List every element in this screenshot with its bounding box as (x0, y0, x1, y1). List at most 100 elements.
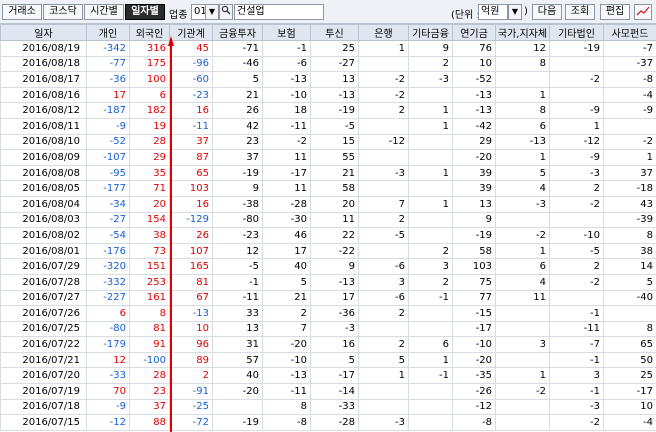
table-row[interactable]: 2016/07/25 -80 81 10 13 7 -3 -17 -11 8 (0, 320, 656, 338)
column-header[interactable]: 개인 (86, 24, 130, 41)
value-cell: 39 (452, 180, 496, 197)
value-cell: -36 (86, 71, 130, 88)
value-cell: -1 (408, 367, 453, 385)
tab-daily[interactable]: 일자별 (125, 4, 165, 20)
value-cell: 65 (603, 336, 656, 353)
column-header[interactable]: 투신 (310, 24, 359, 41)
value-cell (408, 211, 453, 229)
value-cell: 25 (310, 40, 359, 57)
value-cell: 28 (129, 133, 170, 151)
value-cell: -77 (86, 55, 130, 73)
table-row[interactable]: 2016/07/22 -179 91 96 31 -20 16 2 6 -10 3 -7 65 (0, 336, 656, 353)
table-row[interactable]: 2016/07/19 70 23 -91 -20 -11 -14 -26 -2 -1 -17 (0, 383, 656, 400)
tab-hourly[interactable]: 시간별 (84, 4, 124, 20)
table-row[interactable]: 2016/08/11 -9 19 -11 42 -11 -5 1 -42 6 1 (0, 117, 656, 135)
value-cell: -25 (169, 398, 213, 416)
table-row[interactable]: 2016/08/16 17 6 -23 21 -10 -13 -2 -13 1 -4 (0, 86, 656, 104)
table-row[interactable]: 2016/07/28 -332 253 81 -1 5 -13 3 2 75 4 -2 5 (0, 273, 656, 291)
value-cell: 29 (452, 133, 496, 151)
date-cell: 2016/08/02 (0, 227, 87, 244)
value-cell: 23 (129, 383, 170, 400)
value-cell: 161 (129, 289, 170, 307)
table-row[interactable]: 2016/08/05 -177 71 103 9 11 58 39 4 2 -18 (0, 180, 656, 197)
chevron-down-icon[interactable]: ▼ (508, 4, 522, 20)
table-row[interactable]: 2016/08/10 -52 28 37 23 -2 15 -12 29 -13 -12 -2 (0, 133, 656, 151)
date-cell: 2016/08/01 (0, 242, 87, 260)
value-cell: 45 (169, 40, 213, 57)
value-cell: -12 (452, 398, 496, 416)
column-header[interactable]: 기타금융 (408, 24, 453, 41)
table-row[interactable]: 2016/07/20 -33 28 2 40 -13 -17 1 -1 -35 1 3 25 (0, 367, 656, 385)
table-row[interactable]: 2016/07/15 -12 88 -72 -19 -8 -28 -3 -8 -2 -4 (0, 414, 656, 431)
search-icon[interactable] (219, 4, 233, 20)
value-cell: -129 (169, 211, 213, 229)
value-cell: 87 (169, 149, 213, 166)
table-row[interactable]: 2016/08/17 -36 100 -60 5 -13 13 -2 -3 -52 -2 -8 (0, 71, 656, 88)
unit-select[interactable]: 억원 (478, 4, 508, 20)
value-cell: 21 (310, 164, 359, 182)
value-cell: -179 (86, 336, 130, 353)
table-row[interactable]: 2016/08/01 -176 73 107 12 17 -22 2 58 1 -5 38 (0, 242, 656, 260)
column-header[interactable]: 은행 (358, 24, 409, 41)
column-header[interactable]: 사모펀드 (603, 24, 656, 41)
value-cell: -1 (549, 383, 604, 400)
chevron-down-icon[interactable]: ▼ (205, 4, 219, 20)
column-header[interactable]: 기타법인 (549, 24, 604, 41)
next-button[interactable]: 다음 (532, 4, 562, 20)
value-cell (495, 351, 550, 369)
table-row[interactable]: 2016/07/18 -9 37 -25 8 -33 -12 -3 10 (0, 398, 656, 416)
value-cell: -13 (452, 86, 496, 104)
value-cell: 2 (408, 242, 453, 260)
tab-kospi[interactable]: 거래소 (2, 4, 42, 20)
value-cell: -18 (603, 180, 656, 197)
value-cell: -60 (169, 71, 213, 88)
value-cell: 39 (452, 164, 496, 182)
table-row[interactable]: 2016/08/02 -54 38 26 -23 46 22 -5 -19 -2 -10 8 (0, 227, 656, 244)
column-header[interactable]: 국가,지자체 (495, 24, 550, 41)
table-row[interactable]: 2016/08/18 -77 175 -96 -46 -6 -27 2 10 8 -37 (0, 55, 656, 73)
date-cell: 2016/07/15 (0, 414, 87, 431)
chart-icon[interactable] (634, 4, 652, 20)
date-cell: 2016/08/17 (0, 71, 87, 88)
value-cell: -9 (603, 102, 656, 119)
column-header[interactable]: 보험 (262, 24, 311, 41)
table-row[interactable]: 2016/08/08 -95 35 65 -19 -17 21 -3 1 39 5 -3 37 (0, 164, 656, 182)
date-cell: 2016/08/04 (0, 195, 87, 213)
value-cell: -19 (212, 414, 263, 431)
column-header[interactable]: 외국인 (129, 24, 170, 41)
value-cell: -34 (86, 195, 130, 213)
column-header[interactable]: 일자 (0, 24, 87, 41)
value-cell: -100 (129, 351, 170, 369)
tab-kosdaq[interactable]: 코스닥 (43, 4, 83, 20)
value-cell: -10 (262, 86, 311, 104)
value-cell: -13 (169, 305, 213, 322)
value-cell: -19 (549, 40, 604, 57)
value-cell: 28 (129, 367, 170, 385)
table-row[interactable]: 2016/08/19 -342 316 45 -71 -1 25 1 9 76 12 -19 -7 (0, 40, 656, 57)
date-cell: 2016/08/18 (0, 55, 87, 73)
column-header[interactable]: 연기금 (452, 24, 496, 41)
column-header[interactable]: 금융투자 (212, 24, 263, 41)
unit-label: (단위 : (451, 10, 480, 21)
value-cell: -7 (549, 336, 604, 353)
table-row[interactable]: 2016/07/27 -227 161 67 -11 21 17 -6 -1 77 11 -40 (0, 289, 656, 307)
value-cell (549, 55, 604, 73)
value-cell: 26 (212, 102, 263, 119)
value-cell: -10 (452, 336, 496, 353)
value-cell: 1 (358, 40, 409, 57)
value-cell: -3 (358, 164, 409, 182)
value-cell: 2 (549, 258, 604, 275)
table-row[interactable]: 2016/07/29 -320 151 165 -5 40 9 -6 3 103 6 2 14 (0, 258, 656, 275)
table-row[interactable]: 2016/08/03 -27 154 -129 -80 -30 11 2 9 -39 (0, 211, 656, 229)
value-cell: -39 (603, 211, 656, 229)
table-row[interactable]: 2016/08/04 -34 20 16 -38 -28 20 7 1 13 -3 -2 43 (0, 195, 656, 213)
value-cell: 55 (310, 149, 359, 166)
table-row[interactable]: 2016/08/09 -107 29 87 37 11 55 -20 1 -9 1 (0, 149, 656, 166)
column-header[interactable]: 기관계 (169, 24, 213, 41)
value-cell: -3 (358, 414, 409, 431)
table-row[interactable]: 2016/07/26 6 8 -13 33 2 -36 2 -15 -1 (0, 305, 656, 322)
table-row[interactable]: 2016/08/12 -187 182 16 26 18 -19 2 1 -13 8 -9 -9 (0, 102, 656, 119)
edit-button[interactable]: 편집 (600, 4, 630, 20)
query-button[interactable]: 조회 (565, 4, 595, 20)
table-row[interactable]: 2016/07/21 12 -100 89 57 -10 5 5 1 -20 -1 50 (0, 351, 656, 369)
